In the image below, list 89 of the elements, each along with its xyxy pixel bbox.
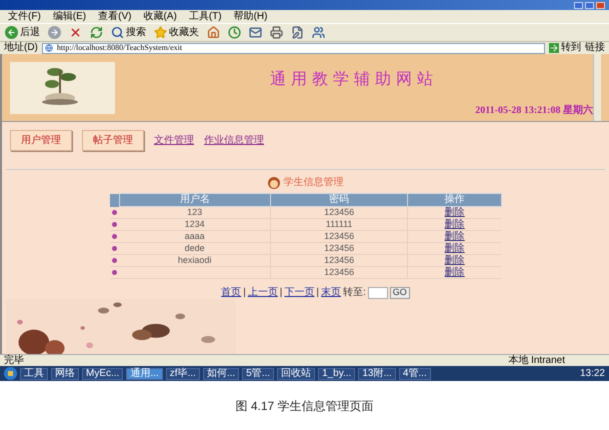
separator: | bbox=[316, 286, 320, 300]
bullet-icon bbox=[112, 270, 117, 275]
toolbar-refresh-icon[interactable] bbox=[89, 26, 104, 39]
toolbar-forward-icon[interactable] bbox=[47, 26, 62, 39]
toolbar-home-icon[interactable] bbox=[206, 26, 221, 39]
clock: 13:22 bbox=[580, 368, 605, 378]
table-cell: 123456 bbox=[324, 231, 354, 241]
table-cell: 123456 bbox=[324, 243, 354, 253]
toolbar-button[interactable]: 后退 bbox=[4, 26, 41, 39]
status-text: 完毕 bbox=[4, 356, 24, 366]
section-title: 学生信息管理 bbox=[284, 176, 344, 190]
taskbar-item[interactable]: 5管... bbox=[242, 368, 274, 380]
taskbar-item[interactable]: 回收站 bbox=[277, 368, 316, 380]
toolbar-mail-icon[interactable] bbox=[248, 26, 263, 39]
close-button[interactable] bbox=[596, 2, 605, 8]
taskbar-item[interactable]: 网络 bbox=[51, 368, 79, 380]
start-button[interactable] bbox=[4, 367, 17, 380]
menu-item[interactable]: 工具(T) bbox=[188, 12, 222, 22]
bullet-icon bbox=[112, 234, 117, 239]
table-cell: 111111 bbox=[326, 219, 352, 229]
go-button[interactable]: 转到 bbox=[549, 43, 581, 53]
avatar-icon bbox=[268, 176, 280, 188]
toolbar-button[interactable]: 收藏夹 bbox=[153, 26, 200, 39]
table-cell: 123456 bbox=[324, 207, 354, 217]
separator: | bbox=[280, 286, 282, 300]
nav-button[interactable]: 帖子管理 bbox=[82, 130, 144, 151]
toolbar-history-icon[interactable] bbox=[227, 26, 242, 39]
bullet-icon bbox=[112, 210, 117, 215]
nav-link[interactable]: 文件管理 bbox=[154, 133, 194, 148]
menu-item[interactable]: 查看(V) bbox=[98, 12, 132, 22]
toolbar-edit-icon[interactable] bbox=[290, 26, 305, 39]
toolbar-button[interactable]: 搜索 bbox=[110, 26, 147, 39]
separator: | bbox=[243, 286, 246, 300]
table-cell: dede bbox=[184, 243, 205, 253]
column-header: 用户名 bbox=[120, 194, 270, 206]
address-field[interactable]: http://localhost:8080/TeachSystem/exit bbox=[42, 42, 545, 54]
table-cell: hexiaodi bbox=[178, 255, 212, 265]
address-label: 地址(D) bbox=[4, 43, 38, 53]
pagination-link[interactable]: 首页 bbox=[221, 285, 242, 300]
menu-item[interactable]: 编辑(E) bbox=[52, 12, 86, 22]
pagination-link[interactable]: 末页 bbox=[321, 285, 342, 300]
taskbar-item[interactable]: 通用... bbox=[126, 368, 163, 380]
go-button[interactable]: GO bbox=[390, 286, 410, 298]
maximize-button[interactable] bbox=[585, 2, 594, 8]
page-input[interactable] bbox=[368, 286, 388, 298]
taskbar-item[interactable]: 13附... bbox=[358, 368, 396, 380]
site-title: 通用教学辅助网站 bbox=[270, 70, 438, 90]
bullet-icon bbox=[112, 246, 117, 251]
bullet-icon bbox=[112, 258, 117, 263]
search-icon bbox=[111, 26, 124, 39]
goto-label: 转至: bbox=[343, 286, 366, 300]
delete-link[interactable]: 删除 bbox=[444, 255, 465, 266]
delete-link[interactable]: 删除 bbox=[444, 243, 465, 254]
date-time: 2011-05-28 13:21:08 星期六 bbox=[475, 103, 593, 118]
star-icon bbox=[154, 26, 167, 39]
menu-item[interactable]: 帮助(H) bbox=[234, 12, 268, 22]
table-cell: 1234 bbox=[184, 219, 205, 229]
taskbar-item[interactable]: 4管... bbox=[398, 368, 431, 380]
nav-link[interactable]: 作业信息管理 bbox=[204, 133, 264, 148]
menu-item[interactable]: 文件(F) bbox=[8, 12, 41, 22]
table-cell: aaaa bbox=[184, 231, 205, 241]
column-header: 密码 bbox=[270, 194, 408, 206]
column-header: 操作 bbox=[408, 194, 501, 206]
table-cell: 123456 bbox=[324, 255, 354, 265]
taskbar-item[interactable]: 1_by... bbox=[318, 368, 356, 380]
delete-link[interactable]: 删除 bbox=[444, 207, 465, 218]
minimize-button[interactable] bbox=[574, 2, 583, 8]
taskbar-item[interactable]: 工具 bbox=[20, 368, 48, 380]
delete-link[interactable]: 删除 bbox=[444, 231, 465, 242]
nav-button[interactable]: 用户管理 bbox=[10, 130, 72, 151]
taskbar-item[interactable]: 如何... bbox=[202, 368, 240, 380]
header-cell bbox=[110, 194, 120, 206]
table-cell: 123 bbox=[187, 207, 202, 217]
scrollbar[interactable] bbox=[593, 54, 601, 121]
links-label[interactable]: 链接 bbox=[585, 43, 605, 53]
menu-item[interactable]: 收藏(A) bbox=[143, 12, 177, 22]
page-icon bbox=[44, 44, 53, 52]
pagination-link[interactable]: 下一页 bbox=[284, 285, 314, 300]
toolbar-print-icon[interactable] bbox=[269, 26, 284, 39]
toolbar-people-icon[interactable] bbox=[311, 26, 326, 39]
zone-text: 本地 Intranet bbox=[508, 356, 565, 366]
figure-caption: 图 4.17 学生信息管理页面 bbox=[235, 398, 374, 414]
table-cell: 123456 bbox=[324, 267, 354, 277]
delete-link[interactable]: 删除 bbox=[444, 219, 465, 230]
delete-link[interactable]: 删除 bbox=[444, 267, 465, 278]
taskbar-item[interactable]: zf毕... bbox=[166, 368, 200, 380]
bullet-icon bbox=[112, 222, 117, 227]
taskbar-item[interactable]: MyEc... bbox=[82, 368, 124, 380]
pagination-link[interactable]: 上一页 bbox=[248, 285, 278, 300]
